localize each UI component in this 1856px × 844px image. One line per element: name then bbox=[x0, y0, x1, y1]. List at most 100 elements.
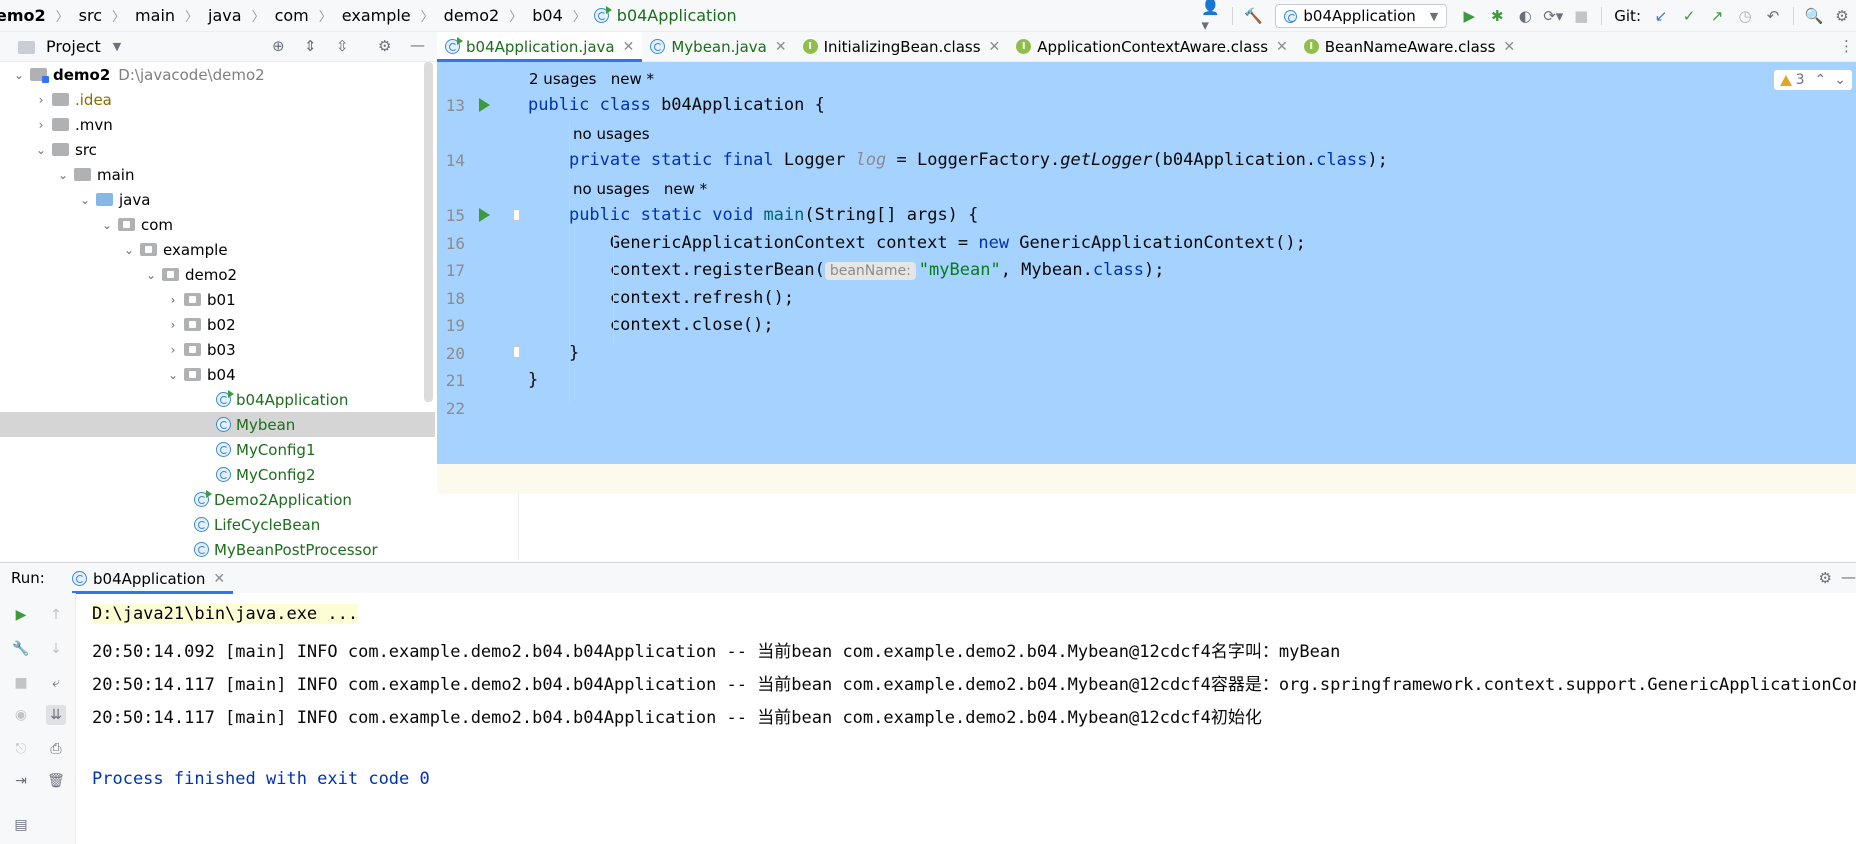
build-hammer-icon[interactable]: 🔨 bbox=[1242, 5, 1264, 27]
tree-item-mvn[interactable]: › .mvn bbox=[0, 112, 435, 137]
run-tab-b04application[interactable]: b04Application ✕ bbox=[64, 563, 234, 594]
hide-panel-icon[interactable]: — bbox=[410, 36, 425, 54]
close-icon[interactable]: ✕ bbox=[213, 571, 225, 587]
tree-item-myconfig1[interactable]: MyConfig1 bbox=[0, 437, 435, 462]
gear-icon[interactable]: ⚙ bbox=[378, 37, 391, 55]
usages-hint[interactable]: no usages bbox=[573, 180, 650, 198]
arrow-up-icon[interactable]: ↑ bbox=[46, 605, 66, 625]
codevision-hint[interactable]: no usages new * bbox=[573, 180, 707, 198]
breadcrumb-com[interactable]: com bbox=[273, 6, 311, 25]
layout-icon[interactable]: ▤ bbox=[11, 815, 31, 835]
close-icon[interactable]: ✕ bbox=[989, 39, 1001, 55]
inspection-widget[interactable]: 3 ⌃ ⌄ bbox=[1773, 70, 1852, 90]
chevron-down-icon[interactable]: ⌄ bbox=[1834, 72, 1846, 88]
tree-item-src[interactable]: ⌄ src bbox=[0, 137, 435, 162]
stop-icon[interactable]: ■ bbox=[11, 673, 31, 693]
interface-icon: I bbox=[1303, 39, 1319, 54]
hide-panel-icon[interactable]: — bbox=[1841, 568, 1856, 586]
git-update-icon[interactable]: ↙ bbox=[1650, 5, 1672, 27]
tab-initializingbean[interactable]: I InitializingBean.class ✕ bbox=[795, 32, 1009, 61]
tree-item-lifecyclebean[interactable]: LifeCycleBean bbox=[0, 512, 435, 537]
tree-item-idea[interactable]: › .idea bbox=[0, 87, 435, 112]
print-icon[interactable]: ⎙ bbox=[46, 739, 66, 759]
tree-item-b02[interactable]: › b02 bbox=[0, 312, 435, 337]
codevision-hint[interactable]: 2 usages new * bbox=[529, 70, 654, 88]
chevron-up-icon[interactable]: ⌃ bbox=[1815, 72, 1827, 88]
expand-all-icon[interactable]: ⇕ bbox=[304, 37, 317, 55]
author-hint[interactable]: new * bbox=[664, 180, 707, 198]
git-push-icon[interactable]: ↗ bbox=[1706, 5, 1728, 27]
arrow-down-icon[interactable]: ↓ bbox=[46, 639, 66, 659]
tree-item-java[interactable]: ⌄ java bbox=[0, 187, 435, 212]
tree-item-demo2-root[interactable]: ⌄ demo2 D:\javacode\demo2 bbox=[0, 62, 435, 87]
settings-icon[interactable]: ⚙ bbox=[1831, 5, 1853, 27]
close-icon[interactable]: ✕ bbox=[1503, 39, 1515, 55]
run-configuration-select[interactable]: b04Application ▼ bbox=[1275, 4, 1448, 28]
code-editor[interactable]: 2 usages new * public class b04Applicati… bbox=[519, 62, 1856, 560]
tab-b04application[interactable]: b04Application.java ✕ bbox=[437, 32, 643, 62]
tree-item-mybean[interactable]: Mybean bbox=[0, 412, 435, 437]
breadcrumb-b04[interactable]: b04 bbox=[530, 6, 565, 25]
user-account-icon[interactable]: 👤▾ bbox=[1201, 0, 1223, 34]
tab-applicationcontextaware[interactable]: I ApplicationContextAware.class ✕ bbox=[1008, 32, 1296, 61]
wrench-icon[interactable]: 🔧 bbox=[11, 639, 31, 659]
codevision-hint[interactable]: no usages bbox=[573, 125, 650, 143]
breadcrumb-project[interactable]: emo2 bbox=[0, 6, 48, 25]
coverage-icon[interactable]: ◐ bbox=[1514, 5, 1536, 27]
project-folder-icon bbox=[18, 41, 35, 54]
tree-item-example[interactable]: ⌄ example bbox=[0, 237, 435, 262]
trash-icon[interactable]: 🗑 bbox=[46, 771, 66, 791]
chevron-down-icon: ⌄ bbox=[35, 142, 47, 157]
toolbar-separator bbox=[1601, 7, 1603, 25]
tree-item-demo2-pkg[interactable]: ⌄ demo2 bbox=[0, 262, 435, 287]
tree-item-myconfig2[interactable]: MyConfig2 bbox=[0, 462, 435, 487]
close-icon[interactable]: ✕ bbox=[775, 39, 787, 55]
run-gutter-icon[interactable] bbox=[479, 98, 490, 112]
debug-icon[interactable]: ✱ bbox=[1486, 5, 1508, 27]
tree-item-main[interactable]: ⌄ main bbox=[0, 162, 435, 187]
run-gutter-icon[interactable] bbox=[479, 208, 490, 222]
rollback-icon[interactable]: ↶ bbox=[1762, 5, 1784, 27]
breadcrumb-demo2[interactable]: demo2 bbox=[442, 6, 502, 25]
tree-item-demo2application[interactable]: Demo2Application bbox=[0, 487, 435, 512]
close-icon[interactable]: ✕ bbox=[1276, 39, 1288, 55]
breadcrumb-java[interactable]: java bbox=[206, 6, 244, 25]
usages-hint[interactable]: no usages bbox=[573, 125, 650, 143]
tree-item-b04application[interactable]: b04Application bbox=[0, 387, 435, 412]
breadcrumb-b04application[interactable]: b04Application bbox=[615, 6, 739, 25]
stop-icon[interactable]: ■ bbox=[1570, 5, 1592, 27]
usages-hint[interactable]: 2 usages bbox=[529, 70, 596, 88]
collapse-all-icon[interactable]: ⇳ bbox=[336, 37, 349, 55]
breadcrumb-src[interactable]: src bbox=[77, 6, 104, 25]
tab-mybean[interactable]: Mybean.java ✕ bbox=[642, 32, 794, 61]
more-tabs-icon[interactable]: ⋮ bbox=[1839, 37, 1854, 55]
tree-item-mybeanpostprocessor[interactable]: MyBeanPostProcessor bbox=[0, 537, 435, 562]
breadcrumb-main[interactable]: main bbox=[133, 6, 177, 25]
history-icon[interactable]: ◷ bbox=[1734, 5, 1756, 27]
console-output[interactable]: D:\java21\bin\java.exe ... 20:50:14.092 … bbox=[92, 598, 1856, 844]
tree-item-b01[interactable]: › b01 bbox=[0, 287, 435, 312]
gear-icon[interactable]: ⚙ bbox=[1819, 569, 1832, 587]
tree-scrollbar[interactable] bbox=[424, 62, 433, 402]
tree-item-b04[interactable]: ⌄ b04 bbox=[0, 362, 435, 387]
project-panel-title[interactable]: Project bbox=[46, 37, 101, 56]
tree-item-com[interactable]: ⌄ com bbox=[0, 212, 435, 237]
close-icon[interactable]: ✕ bbox=[623, 39, 635, 55]
exit-icon[interactable]: ⎋ bbox=[11, 739, 31, 759]
author-hint[interactable]: new * bbox=[611, 70, 654, 88]
login-icon[interactable]: ⇥ bbox=[11, 771, 31, 791]
run-icon[interactable]: ▶ bbox=[1458, 5, 1480, 27]
profile-icon[interactable]: ⟳▾ bbox=[1542, 5, 1564, 27]
rerun-icon[interactable]: ▶ bbox=[11, 605, 31, 625]
tab-beannameaware[interactable]: I BeanNameAware.class ✕ bbox=[1296, 32, 1523, 61]
camera-icon[interactable]: ◉ bbox=[11, 705, 31, 725]
breadcrumb-example[interactable]: example bbox=[340, 6, 413, 25]
search-icon[interactable]: 🔍 bbox=[1803, 5, 1825, 27]
chevron-down-icon[interactable]: ▼ bbox=[113, 40, 121, 53]
scroll-to-end-icon[interactable]: ⇊ bbox=[46, 705, 66, 725]
locate-file-icon[interactable]: ⊕ bbox=[272, 37, 285, 55]
run-configuration-label: b04Application bbox=[1303, 7, 1416, 25]
soft-wrap-icon[interactable]: ⤶ bbox=[46, 673, 66, 693]
tree-item-b03[interactable]: › b03 bbox=[0, 337, 435, 362]
git-commit-icon[interactable]: ✓ bbox=[1678, 5, 1700, 27]
